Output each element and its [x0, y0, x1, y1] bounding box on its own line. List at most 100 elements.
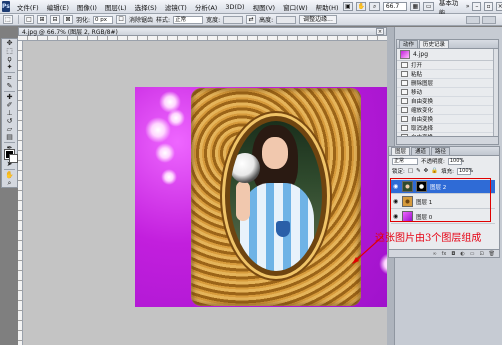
- new-layer-icon[interactable]: ⊡: [479, 251, 483, 257]
- menu-select[interactable]: 选择(S): [131, 2, 161, 12]
- document-tab[interactable]: 4.jpg @ 66.7% (图层 2, RGB/8#) ×: [18, 27, 387, 36]
- delete-layer-icon[interactable]: 🗑: [489, 251, 495, 257]
- hand-tool-icon[interactable]: ✋: [356, 2, 367, 11]
- width-label: 宽度:: [206, 17, 221, 24]
- history-state-icon: [401, 116, 408, 122]
- history-item-label: 移动: [411, 90, 423, 96]
- layer-style-icon[interactable]: fx: [442, 251, 447, 257]
- opacity-input[interactable]: 100%: [447, 157, 464, 165]
- tab-actions[interactable]: 动作: [399, 40, 419, 48]
- marquee-tool-icon[interactable]: ⬚: [2, 47, 17, 55]
- add-selection-icon[interactable]: ⊞: [37, 15, 47, 24]
- snapshot-thumbnail: [400, 50, 410, 59]
- feather-input[interactable]: 0 px: [93, 15, 114, 24]
- refine-edge-button[interactable]: 调整边缘...: [299, 15, 337, 24]
- eyedropper-tool-icon[interactable]: ✎: [2, 82, 17, 90]
- lock-pixels-icon[interactable]: ✎: [416, 168, 421, 174]
- lock-all-icon[interactable]: 🔒: [431, 168, 438, 174]
- fill-label: 填充:: [441, 169, 454, 175]
- menu-3d[interactable]: 3D(D): [221, 3, 248, 11]
- portrait-photo: [230, 121, 322, 271]
- history-panel-tabs: 动作 历史记录: [397, 40, 498, 49]
- close-icon[interactable]: ×: [495, 2, 502, 11]
- panel-tab[interactable]: [482, 15, 496, 24]
- shirt-badge: [276, 221, 290, 237]
- zoom-level-field[interactable]: 66.7: [382, 2, 408, 11]
- bridge-icon[interactable]: ▣: [342, 2, 353, 11]
- menu-view[interactable]: 视图(V): [249, 2, 280, 12]
- height-input[interactable]: [276, 15, 297, 24]
- history-item[interactable]: 缩放变化: [397, 106, 498, 115]
- divider: [4, 169, 15, 170]
- tab-history[interactable]: 历史记录: [419, 40, 450, 48]
- history-item-label: 自由变换: [411, 99, 434, 105]
- menu-analysis[interactable]: 分析(A): [191, 2, 222, 12]
- history-item[interactable]: 自由变换: [397, 97, 498, 106]
- intersect-selection-icon[interactable]: ⊠: [63, 15, 73, 24]
- lock-transparency-icon[interactable]: □: [408, 168, 413, 174]
- history-state-icon: [401, 71, 408, 77]
- toolbox: ✥ ⬚ ϙ ✦ ⌗ ✎ ✚ ✐ ⊥ ↺ ▱ ▤ ✒ T ➤ ✋ ⌕: [1, 38, 18, 188]
- crop-tool-icon[interactable]: ⌗: [2, 74, 17, 82]
- screen-mode-icon[interactable]: ▭: [423, 2, 434, 11]
- fill-input[interactable]: 100%: [457, 167, 473, 175]
- arrange-documents-icon[interactable]: ▦: [410, 2, 421, 11]
- background-color-swatch[interactable]: [9, 154, 18, 163]
- blend-mode-select[interactable]: 正常: [392, 157, 418, 165]
- menu-edit[interactable]: 编辑(E): [43, 2, 73, 12]
- history-item-label: 缩放变化: [411, 108, 434, 114]
- eraser-tool-icon[interactable]: ▱: [2, 125, 17, 133]
- menu-help[interactable]: 帮助(H): [312, 2, 343, 12]
- history-item[interactable]: 打开: [397, 61, 498, 70]
- history-item-label: 粘贴: [411, 72, 423, 78]
- tab-paths[interactable]: 路径: [431, 147, 451, 155]
- magic-wand-tool-icon[interactable]: ✦: [2, 63, 17, 71]
- style-label: 样式:: [156, 17, 171, 24]
- history-item[interactable]: 删除图层: [397, 79, 498, 88]
- close-icon[interactable]: ×: [376, 28, 384, 35]
- tab-layers[interactable]: 图层: [391, 147, 411, 155]
- menu-layer[interactable]: 图层(L): [101, 2, 131, 12]
- history-item[interactable]: 粘贴: [397, 70, 498, 79]
- history-state-icon: [401, 98, 408, 104]
- lasso-tool-icon[interactable]: ϙ: [2, 55, 17, 63]
- history-brush-tool-icon[interactable]: ↺: [2, 117, 17, 125]
- history-item[interactable]: 自由变换: [397, 115, 498, 124]
- zoom-tool-icon[interactable]: ⌕: [369, 2, 380, 11]
- menu-filter[interactable]: 滤镜(T): [161, 2, 191, 12]
- history-item[interactable]: 取消选择: [397, 124, 498, 133]
- menu-image[interactable]: 图像(I): [73, 2, 101, 12]
- divider: [4, 91, 15, 92]
- gradient-tool-icon[interactable]: ▤: [2, 133, 17, 141]
- history-snapshot[interactable]: 4.jpg: [397, 49, 498, 61]
- new-group-icon[interactable]: ▭: [470, 251, 475, 257]
- antialias-checkbox[interactable]: ☐: [116, 15, 127, 24]
- panel-tab[interactable]: [466, 15, 480, 24]
- brush-tool-icon[interactable]: ✐: [2, 101, 17, 109]
- marquee-tool-icon[interactable]: ⬚: [3, 15, 13, 24]
- history-item-label: 删除图层: [411, 81, 434, 87]
- swap-icon[interactable]: ⇄: [246, 15, 257, 24]
- restore-icon[interactable]: ▫: [484, 2, 493, 11]
- new-selection-icon[interactable]: □: [24, 15, 34, 24]
- history-item-label: 取消选择: [411, 126, 434, 132]
- style-select[interactable]: 正常: [173, 15, 204, 24]
- clone-stamp-tool-icon[interactable]: ⊥: [2, 109, 17, 117]
- adjustment-layer-icon[interactable]: ◐: [460, 251, 464, 257]
- lock-position-icon[interactable]: ✥: [424, 168, 429, 174]
- tab-channels[interactable]: 通道: [411, 147, 431, 155]
- link-layers-icon[interactable]: ∞: [432, 251, 436, 257]
- zoom-tool-icon[interactable]: ⌕: [2, 179, 17, 187]
- healing-brush-tool-icon[interactable]: ✚: [2, 93, 17, 101]
- chevron-right-icon[interactable]: »: [466, 3, 470, 10]
- add-mask-icon[interactable]: ◘: [451, 251, 455, 257]
- subtract-selection-icon[interactable]: ⊟: [50, 15, 60, 24]
- width-input[interactable]: [223, 15, 244, 24]
- menu-file[interactable]: 文件(F): [13, 2, 43, 12]
- history-item[interactable]: 移动: [397, 88, 498, 97]
- arm: [236, 181, 250, 221]
- menu-window[interactable]: 窗口(W): [279, 2, 312, 12]
- minimize-icon[interactable]: –: [472, 2, 482, 11]
- move-tool-icon[interactable]: ✥: [2, 39, 17, 47]
- history-scrollbar[interactable]: [493, 49, 498, 137]
